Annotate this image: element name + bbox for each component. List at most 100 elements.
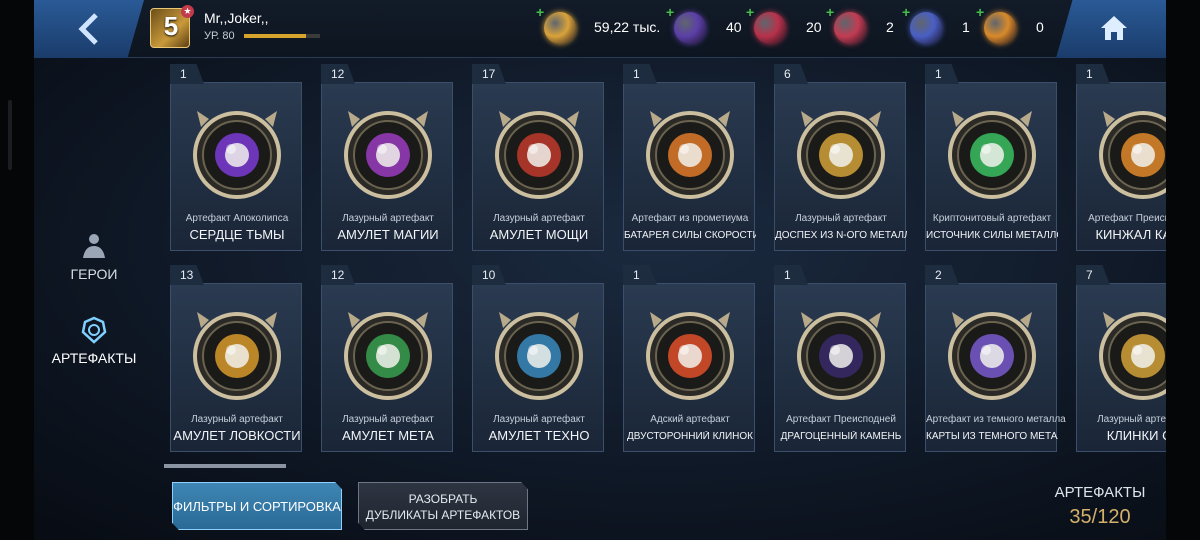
- artifact-name: АМУЛЕТ ТЕХНО: [488, 428, 590, 443]
- gold-credits-icon: [544, 12, 576, 44]
- artifact-rarity: Лазурный артефакт: [191, 414, 283, 425]
- currency-value: 2: [886, 19, 894, 35]
- horizontal-scrollbar[interactable]: [164, 464, 286, 468]
- artifact-card[interactable]: Лазурный артефакт АМУЛЕТ МЕТА 12: [321, 265, 453, 452]
- artifact-card[interactable]: Артефакт из темного металла КАРТЫ ИЗ ТЕМН…: [925, 265, 1066, 452]
- artifact-count-tab: 7: [1076, 265, 1110, 285]
- gem-icon: [797, 312, 885, 400]
- purple-crystal-icon: [674, 12, 706, 44]
- home-button[interactable]: [1056, 0, 1166, 58]
- dagger-icon: [1099, 111, 1166, 199]
- artifact-rarity: Лазурный артефакт: [795, 213, 887, 224]
- artifact-rarity: Адский артефакт: [650, 414, 730, 425]
- artifact-count-tab: 12: [321, 265, 355, 285]
- player-name: Mr,,Joker,,: [204, 10, 269, 26]
- artifact-card[interactable]: Криптонитовый артефакт ИСТОЧНИК СИЛЫ МЕТА…: [925, 64, 1058, 251]
- artifact-rarity: Артефакт Преисподней: [786, 414, 896, 425]
- artifact-count-tab: 1: [1076, 64, 1110, 84]
- vip-level-badge: 5 ★: [150, 5, 194, 48]
- artifact-card-panel: Лазурный артефакт АМУЛЕТ ТЕХНО: [472, 283, 604, 452]
- artifact-card[interactable]: Лазурный артефакт АМУЛЕТ ЛОВКОСТИ 13: [170, 265, 302, 452]
- red-planet-icon: [834, 12, 866, 44]
- artifact-count-tab: 12: [321, 64, 355, 84]
- artifact-count-tab: 6: [774, 64, 808, 84]
- plus-icon[interactable]: +: [746, 4, 754, 20]
- currency-value: 40: [726, 19, 742, 35]
- artifact-name: КИНЖАЛ КАМБ: [1095, 227, 1166, 242]
- artifact-name: ДВУСТОРОННИЙ КЛИНОК: [626, 431, 753, 442]
- artifact-count-tab: 1: [925, 64, 959, 84]
- twin-blades-icon: [1099, 312, 1166, 400]
- artifact-rarity: Артефакт Апоколипса: [185, 213, 289, 224]
- dismantle-duplicates-button[interactable]: РАЗОБРАТЬ ДУБЛИКАТЫ АРТЕФАКТОВ: [358, 482, 528, 530]
- back-button[interactable]: [34, 0, 144, 58]
- artifact-card-panel: Лазурный артефакт АМУЛЕТ МОЩИ: [472, 82, 604, 251]
- artifact-count-tab: 1: [170, 64, 204, 84]
- boot-amulet-icon: [193, 312, 281, 400]
- artifacts-icon: [81, 316, 107, 344]
- artifact-card-panel: Лазурный артефакт АМУЛЕТ МАГИИ: [321, 82, 453, 251]
- artifact-rarity: Артефакт Преисподней: [1088, 213, 1166, 224]
- artifact-count-tab: 13: [170, 265, 204, 285]
- dark-crystal-icon: [193, 111, 281, 199]
- currency-value: 59,22 тыс.: [594, 19, 661, 35]
- speed-battery-icon: [646, 111, 734, 199]
- xp-bar: [244, 34, 320, 38]
- artifact-card-panel: Артефакт из темного металла КАРТЫ ИЗ ТЕМН…: [925, 283, 1066, 452]
- home-icon: [1101, 16, 1127, 40]
- artifact-card[interactable]: Артефакт Преисподней КИНЖАЛ КАМБ 1: [1076, 64, 1166, 251]
- plus-icon[interactable]: +: [976, 4, 984, 20]
- heroes-icon: [83, 234, 105, 258]
- magic-amulet-icon: [344, 111, 432, 199]
- plus-icon[interactable]: +: [536, 4, 544, 20]
- artifact-card[interactable]: Лазурный артефакт АМУЛЕТ МОЩИ 17: [472, 64, 604, 251]
- kryptonite-core-icon: [948, 111, 1036, 199]
- artifact-card[interactable]: Лазурный артефакт ДОСПЕХ ИЗ N-ОГО МЕТАЛЛА…: [774, 64, 907, 251]
- techno-amulet-icon: [495, 312, 583, 400]
- dismantle-label-line2: ДУБЛИКАТЫ АРТЕФАКТОВ: [365, 508, 521, 522]
- artifact-card-panel: Лазурный артефакт АМУЛЕТ МЕТА: [321, 283, 453, 452]
- artifact-card[interactable]: Лазурный артефакт АМУЛЕТ ТЕХНО 10: [472, 265, 604, 452]
- game-screen: 5 ★ Mr,,Joker,, УР. 80 +59,22 тыс. +40 +20…: [0, 0, 1200, 540]
- star-icon: ★: [181, 5, 194, 18]
- filters-sort-button[interactable]: ФИЛЬТРЫ И СОРТИРОВКА: [172, 482, 342, 530]
- artifact-name: КЛИНКИ СУ: [1106, 428, 1166, 443]
- artifact-rarity: Лазурный артефакт: [342, 213, 434, 224]
- dismantle-label-line1: РАЗОБРАТЬ: [408, 492, 478, 506]
- artifact-rarity: Лазурный артефакт: [493, 414, 585, 425]
- artifact-card[interactable]: Адский артефакт ДВУСТОРОННИЙ КЛИНОК 1: [623, 265, 755, 452]
- artifact-count-tab: 1: [774, 265, 808, 285]
- plus-icon[interactable]: +: [826, 4, 834, 20]
- sidenav-label-heroes: ГЕРОИ: [70, 266, 118, 282]
- blue-planet-icon: [910, 12, 942, 44]
- artifact-card[interactable]: Артефакт Апоколипса СЕРДЦЕ ТЬМЫ 1: [170, 64, 302, 251]
- artifact-card[interactable]: Лазурный артефакт АМУЛЕТ МАГИИ 12: [321, 64, 453, 251]
- artifact-rarity: Лазурный артефакт: [493, 213, 585, 224]
- sidenav-label-artifacts: АРТЕФАКТЫ: [51, 350, 137, 366]
- artifact-rarity: Лазурный артефакт: [1097, 414, 1166, 425]
- artifact-name: ИСТОЧНИК СИЛЫ МЕТАЛЛО: [926, 230, 1058, 241]
- filters-sort-label: ФИЛЬТРЫ И СОРТИРОВКА: [173, 499, 341, 514]
- artifact-card[interactable]: Лазурный артефакт КЛИНКИ СУ 7: [1076, 265, 1166, 452]
- currency-value: 1: [962, 19, 970, 35]
- artifact-name: АМУЛЕТ МОЩИ: [489, 227, 589, 242]
- artifact-count-tab: 1: [623, 265, 657, 285]
- top-bar: 5 ★ Mr,,Joker,, УР. 80 +59,22 тыс. +40 +20…: [34, 0, 1166, 58]
- artifact-card-panel: Лазурный артефакт АМУЛЕТ ЛОВКОСТИ: [170, 283, 302, 452]
- device-bezel-left: [0, 0, 34, 540]
- artifact-rarity: Артефакт из прометиума: [631, 213, 749, 224]
- artifact-name: ДОСПЕХ ИЗ N-ОГО МЕТАЛЛА: [775, 230, 907, 241]
- sidenav-item-artifacts[interactable]: АРТЕФАКТЫ: [34, 316, 154, 366]
- artifact-count-tab: 1: [623, 64, 657, 84]
- artifact-rarity: Лазурный артефакт: [342, 414, 434, 425]
- plus-icon[interactable]: +: [902, 4, 910, 20]
- artifact-card[interactable]: Артефакт из прометиума БАТАРЕЯ СИЛЫ СКОРО…: [623, 64, 756, 251]
- chevron-left-icon: [78, 13, 98, 45]
- artifact-card-panel: Адский артефакт ДВУСТОРОННИЙ КЛИНОК: [623, 283, 755, 452]
- meta-amulet-icon: [344, 312, 432, 400]
- sidenav-item-heroes[interactable]: ГЕРОИ: [34, 232, 154, 282]
- artifact-card-panel: Лазурный артефакт ДОСПЕХ ИЗ N-ОГО МЕТАЛЛА: [774, 82, 907, 251]
- artifact-card[interactable]: Артефакт Преисподней ДРАГОЦЕННЫЙ КАМЕНЬ 1: [774, 265, 906, 452]
- nth-metal-armor-icon: [797, 111, 885, 199]
- plus-icon[interactable]: +: [666, 4, 674, 20]
